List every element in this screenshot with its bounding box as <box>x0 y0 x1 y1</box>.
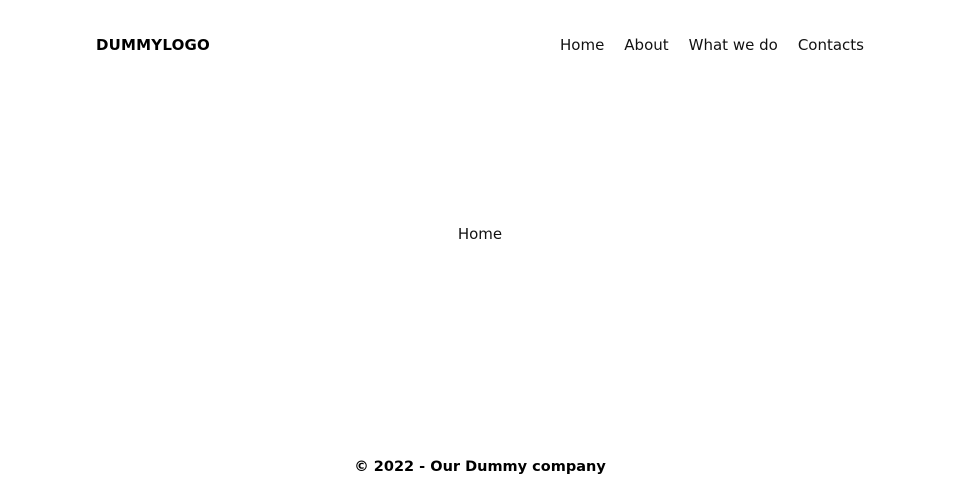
site-header: DUMMYLOGO Home About What we do Contacts <box>96 30 864 60</box>
main-nav: Home About What we do Contacts <box>560 36 864 54</box>
site-footer: © 2022 - Our Dummy company <box>0 459 960 475</box>
page: DUMMYLOGO Home About What we do Contacts… <box>0 0 960 480</box>
nav-link-home[interactable]: Home <box>560 36 604 54</box>
page-content-text: Home <box>457 225 503 243</box>
main-content: Home <box>0 225 960 243</box>
nav-link-contacts[interactable]: Contacts <box>798 36 864 54</box>
nav-link-about[interactable]: About <box>624 36 668 54</box>
nav-link-what-we-do[interactable]: What we do <box>689 36 778 54</box>
copyright-text: © 2022 - Our Dummy company <box>354 459 606 475</box>
site-logo[interactable]: DUMMYLOGO <box>96 36 210 54</box>
